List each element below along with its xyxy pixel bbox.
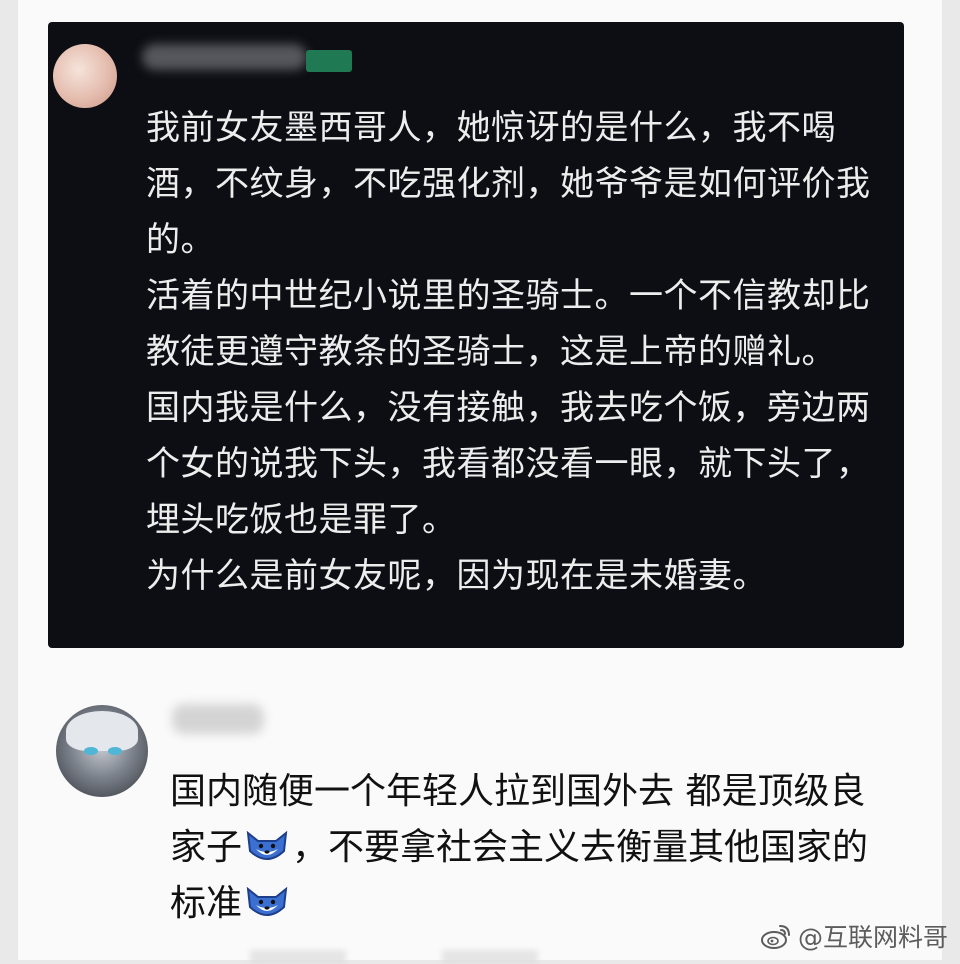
avatar-eye [108,747,122,755]
post-author-badge [306,50,352,72]
footer-redacted-actions [250,950,730,964]
comment-body: 国内随便一个年轻人拉到国外去 都是顶级良家子 ，不要拿社会主义去衡量其他国家的标… [170,764,890,932]
dog-emoji-icon [246,830,288,860]
post-paragraph: 为什么是前女友呢，因为现在是未婚妻。 [146,556,767,596]
watermark-text: @互联网料哥 [798,923,949,952]
watermark: @互联网料哥 [760,918,948,954]
post-author-name-redacted [142,44,307,70]
commenter-avatar[interactable] [56,705,148,797]
dog-emoji-icon [246,886,288,916]
weibo-icon [761,925,790,949]
post-paragraph: 国内我是什么，没有接触，我去吃个饭，旁边两个女的说我下头，我看都没看一眼，就下头… [146,388,871,540]
avatar-eye [84,747,98,755]
post-paragraph: 我前女友墨西哥人，她惊讶的是什么，我不喝酒，不纹身，不吃强化剂，她爷爷是如何评价… [146,108,871,260]
post-body: 我前女友墨西哥人，她惊讶的是什么，我不喝酒，不纹身，不吃强化剂，她爷爷是如何评价… [146,100,881,604]
commenter-name-redacted [172,704,264,734]
avatar-hair [66,711,138,751]
post-paragraph: 活着的中世纪小说里的圣骑士。一个不信教却比教徒更遵守教条的圣骑士，这是上帝的赠礼… [146,276,871,372]
post-author-avatar[interactable] [53,44,117,108]
